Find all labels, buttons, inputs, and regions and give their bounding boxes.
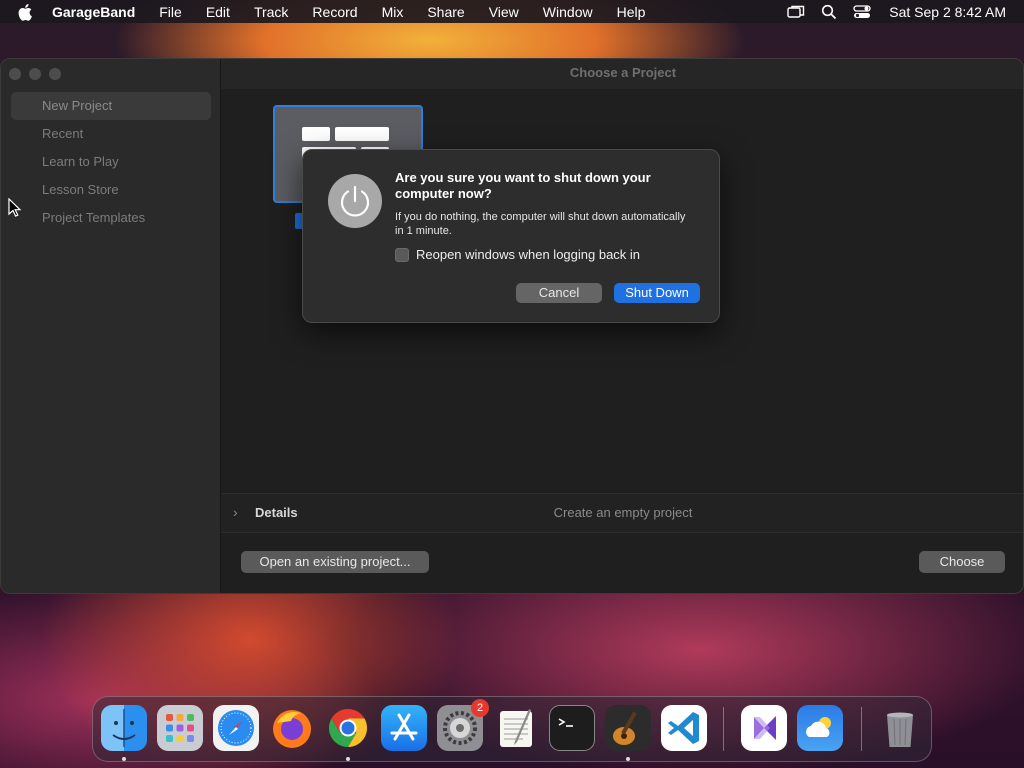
sidebar-item-lesson-store[interactable]: Lesson Store — [11, 176, 211, 204]
menu-share[interactable]: Share — [427, 4, 464, 20]
zoom-button[interactable] — [49, 68, 61, 80]
terminal-icon[interactable] — [549, 705, 595, 751]
menu-record[interactable]: Record — [312, 4, 357, 20]
menu-app-name[interactable]: GarageBand — [52, 4, 135, 20]
menu-track[interactable]: Track — [254, 4, 288, 20]
menu-file[interactable]: File — [159, 4, 182, 20]
shut-down-button[interactable]: Shut Down — [614, 283, 700, 303]
sidebar-item-learn-to-play[interactable]: Learn to Play — [11, 148, 211, 176]
reopen-windows-checkbox[interactable] — [395, 247, 409, 262]
sidebar-item-label: Lesson Store — [42, 182, 119, 197]
garageband-icon[interactable] — [605, 705, 651, 751]
details-bar[interactable]: › Details Create an empty project — [221, 493, 1023, 533]
safari-icon[interactable] — [213, 705, 259, 751]
weather-icon[interactable] — [797, 705, 843, 751]
dock-separator — [723, 707, 724, 751]
system-settings-icon[interactable]: 2 — [437, 699, 489, 751]
minimize-button[interactable] — [29, 68, 41, 80]
project-chooser-window: New Project Recent Learn to Play Lesson … — [0, 58, 1024, 594]
spotlight-search-icon[interactable] — [821, 4, 837, 20]
cancel-button[interactable]: Cancel — [516, 283, 602, 303]
project-description: Create an empty project — [553, 505, 693, 520]
finder-icon[interactable] — [101, 705, 147, 751]
sidebar-item-new-project[interactable]: New Project — [11, 92, 211, 120]
menu-help[interactable]: Help — [617, 4, 646, 20]
sidebar-item-label: Recent — [42, 126, 84, 141]
dock: 2 — [92, 696, 932, 762]
sidebar-list: New Project Recent Learn to Play Lesson … — [11, 92, 211, 232]
menu-edit[interactable]: Edit — [206, 4, 230, 20]
sidebar-item-label: New Project — [42, 98, 113, 113]
menu-view[interactable]: View — [489, 4, 519, 20]
menu-bar-clock[interactable]: Sat Sep 2 8:42 AM — [889, 4, 1006, 20]
sidebar-item-label: Learn to Play — [42, 154, 119, 169]
menu-bar: GarageBand File Edit Track Record Mix Sh… — [0, 0, 1024, 23]
dialog-message: If you do nothing, the computer will shu… — [395, 211, 686, 237]
visual-studio-icon[interactable] — [741, 705, 787, 751]
choose-button[interactable]: Choose — [919, 551, 1005, 573]
app-store-icon[interactable] — [381, 705, 427, 751]
running-indicator — [626, 757, 630, 761]
tile-grid-block — [302, 127, 330, 141]
window-title: Choose a Project — [221, 59, 1023, 90]
control-center-icon[interactable] — [853, 4, 871, 19]
tile-grid-block — [335, 127, 389, 141]
chrome-icon[interactable] — [325, 705, 371, 751]
power-icon — [328, 174, 382, 228]
close-button[interactable] — [9, 68, 21, 80]
sidebar-item-project-templates[interactable]: Project Templates — [11, 204, 211, 232]
dialog-title: Are you sure you want to shut down your … — [395, 170, 651, 201]
sidebar: New Project Recent Learn to Play Lesson … — [1, 59, 221, 593]
menu-window[interactable]: Window — [543, 4, 593, 20]
apple-menu-icon[interactable] — [18, 3, 34, 21]
running-indicator — [346, 757, 350, 761]
trash-icon[interactable] — [877, 705, 923, 751]
dock-separator — [861, 707, 862, 751]
menu-mix[interactable]: Mix — [382, 4, 404, 20]
vscode-icon[interactable] — [661, 705, 707, 751]
launchpad-icon[interactable] — [157, 705, 203, 751]
sidebar-item-recent[interactable]: Recent — [11, 120, 211, 148]
mouse-pointer-icon — [8, 198, 22, 217]
shutdown-dialog: Are you sure you want to shut down your … — [302, 149, 720, 323]
open-existing-project-button[interactable]: Open an existing project... — [241, 551, 429, 573]
checkbox-label[interactable]: Reopen windows when logging back in — [416, 247, 640, 262]
notification-badge: 2 — [471, 699, 489, 717]
running-indicator — [122, 757, 126, 761]
reopen-windows-option[interactable]: Reopen windows when logging back in — [395, 247, 640, 262]
screen-mirroring-icon[interactable] — [787, 5, 805, 19]
firefox-icon[interactable] — [269, 705, 315, 751]
sidebar-item-label: Project Templates — [42, 210, 146, 225]
textedit-icon[interactable] — [493, 705, 539, 751]
window-controls — [9, 68, 69, 80]
